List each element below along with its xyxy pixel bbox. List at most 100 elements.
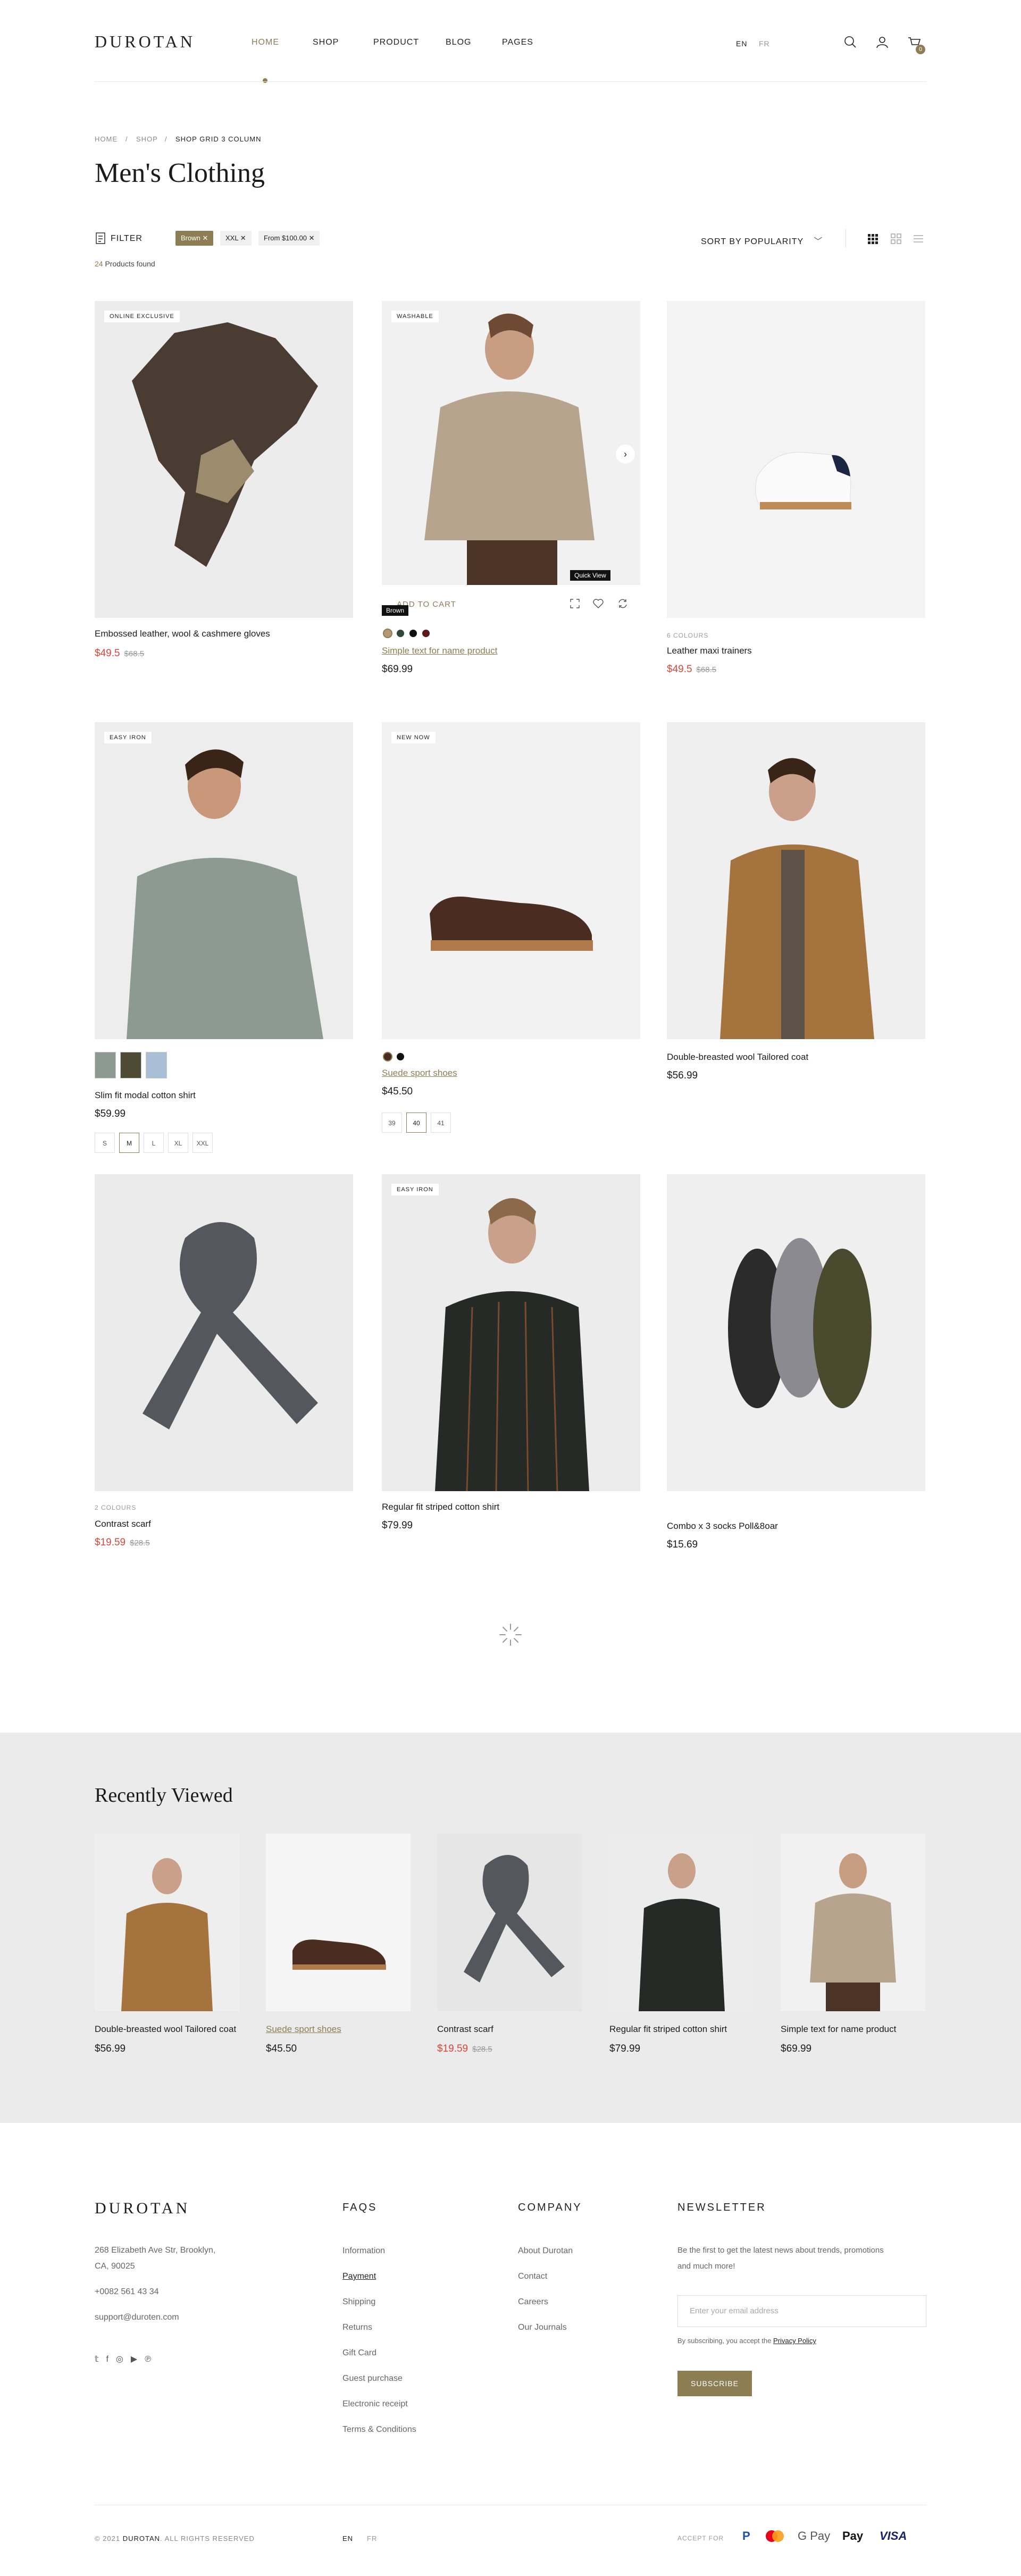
- filter-chip-size[interactable]: XXL ✕: [220, 231, 252, 246]
- nav-pages[interactable]: PAGES: [502, 38, 533, 47]
- size-option[interactable]: XL: [168, 1133, 188, 1153]
- product-name[interactable]: Double-breasted wool Tailored coat: [667, 1052, 808, 1063]
- product-image-suede-shoes[interactable]: NEW NOW: [382, 722, 640, 1039]
- instagram-icon[interactable]: ◎: [116, 2355, 131, 2364]
- next-arrow-icon[interactable]: ›: [616, 445, 635, 464]
- swatch-brown[interactable]: [383, 629, 392, 638]
- breadcrumb-home[interactable]: HOME: [95, 135, 118, 143]
- subscribe-button[interactable]: SUBSCRIBE: [677, 2371, 752, 2396]
- grid-2-view-icon[interactable]: [890, 233, 902, 245]
- pinterest-icon[interactable]: ℗: [145, 2355, 158, 2364]
- product-name[interactable]: Simple text for name product: [382, 646, 497, 656]
- thumb-variant[interactable]: [146, 1052, 167, 1078]
- recent-item-image[interactable]: [95, 1834, 239, 2011]
- sort-select[interactable]: SORT BY POPULARITY ﹀: [701, 234, 823, 247]
- faq-link[interactable]: Information: [342, 2246, 385, 2256]
- grid-3-view-icon[interactable]: [867, 233, 878, 245]
- facebook-icon[interactable]: f: [106, 2355, 115, 2364]
- nav-home[interactable]: HOME: [252, 38, 279, 47]
- size-option[interactable]: 40: [406, 1113, 426, 1133]
- product-image-scarf[interactable]: [95, 1174, 353, 1491]
- size-option[interactable]: XXL: [193, 1133, 213, 1153]
- logo[interactable]: DUROTAN: [95, 32, 195, 52]
- socks-image: [728, 1238, 872, 1408]
- expand-icon[interactable]: [569, 598, 581, 609]
- company-link[interactable]: Our Journals: [518, 2323, 567, 2332]
- recent-item-image[interactable]: [437, 1834, 582, 2011]
- recent-item-name[interactable]: Contrast scarf: [437, 2024, 493, 2035]
- product-image-striped-shirt[interactable]: EASY IRON: [382, 1174, 640, 1491]
- size-option[interactable]: 41: [431, 1113, 451, 1133]
- footer-logo[interactable]: DUROTAN: [95, 2199, 190, 2218]
- close-icon[interactable]: ✕: [240, 234, 246, 242]
- recent-item-name[interactable]: Double-breasted wool Tailored coat: [95, 2024, 236, 2035]
- recent-item-name[interactable]: Suede sport shoes: [266, 2024, 341, 2035]
- youtube-icon[interactable]: ▶: [131, 2355, 145, 2364]
- product-image-trainers[interactable]: [667, 301, 925, 618]
- product-name[interactable]: Suede sport shoes: [382, 1068, 457, 1078]
- product-image-coat[interactable]: [667, 722, 925, 1039]
- company-link[interactable]: About Durotan: [518, 2246, 573, 2256]
- product-name[interactable]: Slim fit modal cotton shirt: [95, 1090, 196, 1101]
- faq-link[interactable]: Gift Card: [342, 2348, 376, 2358]
- product-name[interactable]: Combo x 3 socks Poll&8oar: [667, 1521, 778, 1532]
- footer-lang-en[interactable]: EN: [342, 2535, 353, 2542]
- recent-item-image[interactable]: [266, 1834, 411, 2011]
- faq-link[interactable]: Payment: [342, 2272, 376, 2281]
- twitter-icon[interactable]: 𝕥: [95, 2355, 106, 2364]
- lang-en[interactable]: EN: [736, 39, 747, 48]
- breadcrumb-shop[interactable]: SHOP: [136, 135, 158, 143]
- size-option[interactable]: 39: [382, 1113, 402, 1133]
- recent-item-name[interactable]: Regular fit striped cotton shirt: [609, 2024, 727, 2035]
- filter-chip-price[interactable]: From $100.00 ✕: [258, 231, 320, 246]
- product-image-socks[interactable]: [667, 1174, 925, 1491]
- size-option[interactable]: M: [119, 1133, 139, 1153]
- search-icon[interactable]: [842, 34, 858, 50]
- recent-item-image[interactable]: [781, 1834, 925, 2011]
- thumb-variant[interactable]: [120, 1052, 141, 1078]
- product-name[interactable]: Leather maxi trainers: [667, 646, 752, 656]
- footer-email[interactable]: support@duroten.com: [95, 2310, 179, 2325]
- nav-product[interactable]: PRODUCT: [373, 38, 419, 47]
- old-price: $68.5: [124, 649, 145, 658]
- newsletter-email-input[interactable]: Enter your email address: [677, 2295, 926, 2327]
- product-name[interactable]: Contrast scarf: [95, 1519, 151, 1529]
- product-name[interactable]: Embossed leather, wool & cashmere gloves: [95, 629, 270, 639]
- lang-fr[interactable]: FR: [759, 39, 770, 48]
- size-option[interactable]: S: [95, 1133, 115, 1153]
- company-link[interactable]: Careers: [518, 2297, 548, 2307]
- recent-item-name[interactable]: Simple text for name product: [781, 2024, 896, 2035]
- thumb-variant[interactable]: [95, 1052, 116, 1078]
- filter-chip-brown[interactable]: Brown ✕: [175, 231, 214, 246]
- swatch-black[interactable]: [409, 630, 417, 637]
- user-icon[interactable]: [874, 34, 890, 50]
- nav-shop[interactable]: SHOP: [313, 38, 339, 47]
- swatch-brown[interactable]: [383, 1052, 392, 1061]
- heart-icon[interactable]: [592, 598, 604, 609]
- footer-phone[interactable]: +0082 561 43 34: [95, 2285, 159, 2299]
- swatch-burgundy[interactable]: [422, 630, 430, 637]
- company-link[interactable]: Contact: [518, 2272, 547, 2281]
- close-icon[interactable]: ✕: [202, 234, 208, 242]
- swatch-black[interactable]: [397, 1053, 404, 1060]
- filter-icon[interactable]: [95, 232, 106, 245]
- faq-link[interactable]: Terms & Conditions: [342, 2425, 416, 2435]
- swatch-green[interactable]: [397, 630, 404, 637]
- compare-icon[interactable]: [617, 598, 629, 609]
- nav-blog[interactable]: BLOG: [446, 38, 471, 47]
- product-name[interactable]: Regular fit striped cotton shirt: [382, 1502, 499, 1512]
- privacy-policy-link[interactable]: Privacy Policy: [773, 2337, 816, 2345]
- filter-button[interactable]: FILTER: [111, 234, 143, 244]
- faq-link[interactable]: Shipping: [342, 2297, 375, 2307]
- list-view-icon[interactable]: [913, 233, 924, 245]
- size-option[interactable]: L: [144, 1133, 164, 1153]
- product-image-gloves[interactable]: ONLINE EXCLUSIVE: [95, 301, 353, 618]
- product-image-shirt[interactable]: EASY IRON: [95, 722, 353, 1039]
- faq-link[interactable]: Guest purchase: [342, 2374, 403, 2383]
- recent-item-image[interactable]: [609, 1834, 754, 2011]
- product-image-sweater[interactable]: WASHABLE ›: [382, 301, 640, 585]
- close-icon[interactable]: ✕: [309, 234, 315, 242]
- footer-lang-fr[interactable]: FR: [367, 2535, 377, 2542]
- faq-link[interactable]: Returns: [342, 2323, 372, 2332]
- faq-link[interactable]: Electronic receipt: [342, 2399, 408, 2409]
